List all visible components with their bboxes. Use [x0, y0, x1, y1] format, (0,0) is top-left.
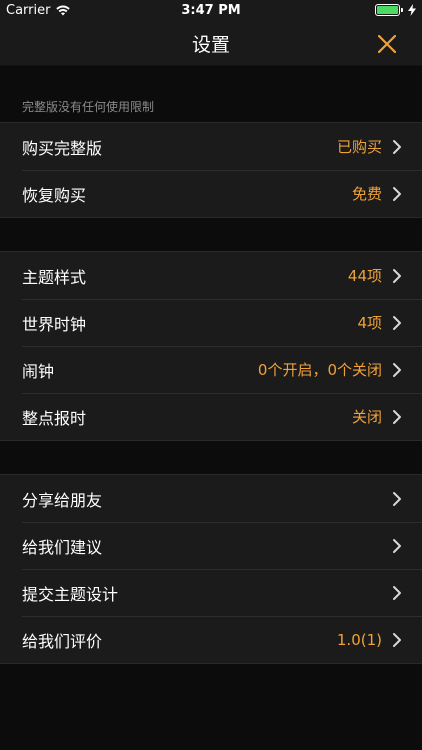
status-bar: Carrier 3:47 PM [0, 0, 422, 22]
row-label: 分享给朋友 [22, 490, 103, 510]
row-label: 恢复购买 [22, 185, 87, 205]
chevron-right-icon [393, 410, 401, 424]
chevron-right-icon [393, 187, 401, 201]
row-value: 已购买 [336, 138, 382, 156]
features-group: 主题样式 44项 世界时钟 4项 闹钟 0个开启，0个关闭 整点报时 关闭 [0, 251, 422, 441]
chevron-right-icon [393, 269, 401, 283]
close-button[interactable] [374, 31, 400, 57]
theme-style-row[interactable]: 主题样式 44项 [0, 252, 422, 299]
suggestions-row[interactable]: 给我们建议 [0, 522, 422, 569]
chevron-right-icon [393, 633, 401, 647]
purchase-group: 购买完整版 已购买 恢复购买 免费 [0, 122, 422, 218]
feedback-group: 分享给朋友 给我们建议 提交主题设计 给我们评价 1.0(1) [0, 474, 422, 664]
page-title: 设置 [191, 34, 230, 56]
navigation-bar: 设置 [0, 22, 422, 66]
clock: 3:47 PM [181, 3, 241, 18]
share-with-friends-row[interactable]: 分享给朋友 [0, 475, 422, 522]
row-label: 购买完整版 [22, 138, 103, 158]
alarm-row[interactable]: 闹钟 0个开启，0个关闭 [0, 346, 422, 393]
row-label: 世界时钟 [22, 314, 87, 334]
submit-theme-design-row[interactable]: 提交主题设计 [0, 569, 422, 616]
battery-level [377, 6, 398, 14]
chevron-right-icon [393, 316, 401, 330]
row-label: 主题样式 [22, 267, 87, 287]
rate-us-row[interactable]: 给我们评价 1.0(1) [0, 616, 422, 663]
row-value: 1.0(1) [336, 630, 382, 649]
chevron-right-icon [393, 492, 401, 506]
chevron-right-icon [393, 539, 401, 553]
row-label: 整点报时 [22, 408, 87, 428]
row-label: 给我们建议 [22, 537, 103, 557]
close-icon [378, 35, 396, 53]
chevron-right-icon [393, 363, 401, 377]
row-value: 免费 [351, 185, 382, 203]
section-caption: 完整版没有任何使用限制 [22, 100, 155, 114]
row-label: 闹钟 [22, 361, 55, 381]
chevron-right-icon [393, 586, 401, 600]
row-value: 44项 [347, 267, 382, 285]
chevron-right-icon [393, 140, 401, 154]
battery-icon [375, 4, 403, 16]
restore-purchase-row[interactable]: 恢复购买 免费 [0, 170, 422, 217]
row-value: 关闭 [351, 408, 382, 426]
world-clock-row[interactable]: 世界时钟 4项 [0, 299, 422, 346]
row-label: 提交主题设计 [22, 584, 119, 604]
purchase-full-version-row[interactable]: 购买完整版 已购买 [0, 123, 422, 170]
charging-bolt-icon [408, 4, 416, 16]
row-value: 4项 [357, 314, 382, 332]
row-label: 给我们评价 [22, 631, 103, 651]
hourly-chime-row[interactable]: 整点报时 关闭 [0, 393, 422, 440]
row-value: 0个开启，0个关闭 [257, 361, 382, 379]
